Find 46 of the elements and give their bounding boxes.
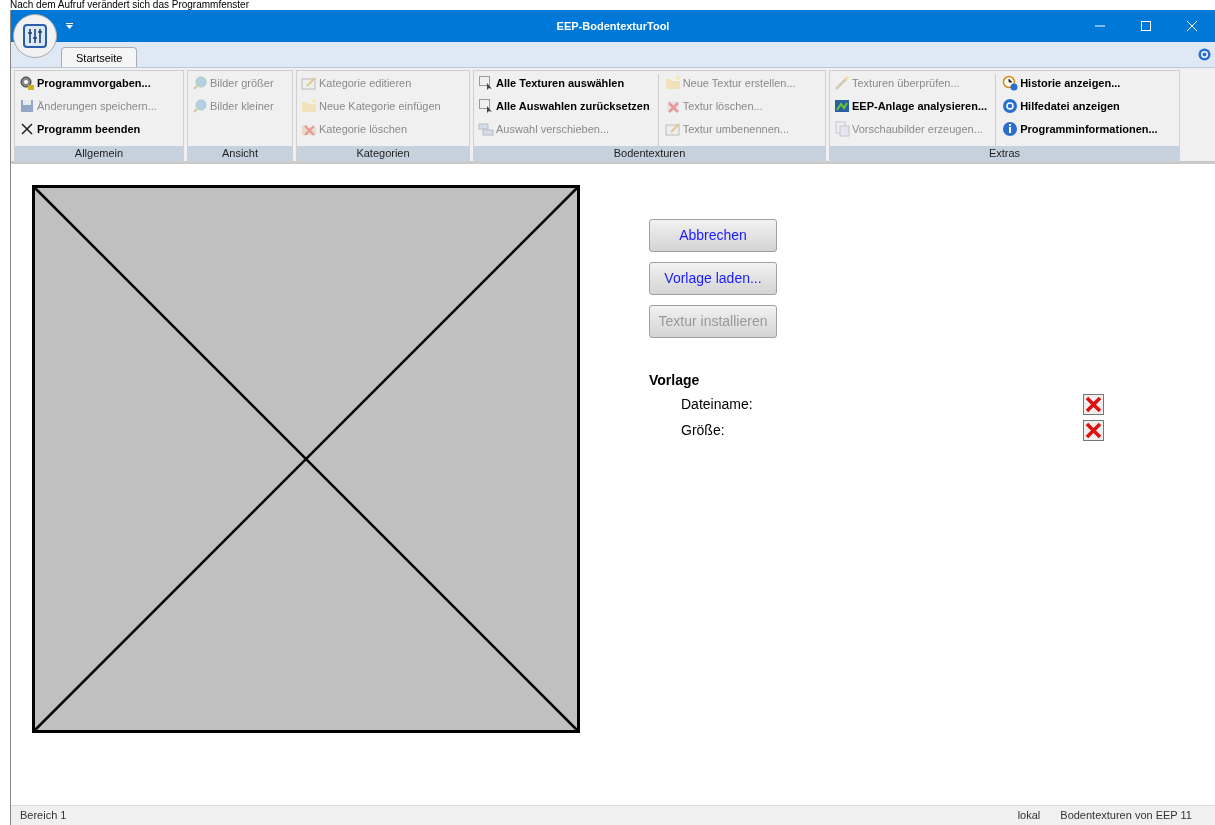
ribbon-button[interactable]: Programminformationen... <box>1002 120 1158 138</box>
quick-access-icon[interactable] <box>66 23 73 29</box>
ribbon-icon <box>478 75 494 91</box>
group-label: Allgemein <box>15 146 183 161</box>
ribbon-icon <box>1002 121 1019 137</box>
ribbon-icon <box>301 98 317 114</box>
ribbon-icon <box>834 98 850 114</box>
field-label: Dateiname: <box>681 394 753 414</box>
status-text: Bereich 1 <box>20 808 67 824</box>
ribbon-icon <box>19 121 35 137</box>
ribbon-icon <box>478 121 494 137</box>
ribbon-button[interactable]: Alle Auswahlen zurücksetzen <box>478 97 650 115</box>
section-heading: Vorlage <box>649 371 701 390</box>
status-text: lokal <box>1017 808 1041 824</box>
help-icon[interactable] <box>1198 48 1211 61</box>
caption-text: Nach dem Aufruf verändert sich das Programmfenster <box>10 0 250 10</box>
window-title: EEP-BodentexturTool <box>556 18 670 34</box>
ribbon-button[interactable]: Programm beenden <box>19 120 157 138</box>
group-label: Kategorien <box>297 146 469 161</box>
group-label: Ansicht <box>188 146 292 161</box>
ribbon-icon <box>19 75 35 91</box>
action-button[interactable]: Vorlage laden... <box>649 262 777 295</box>
ribbon-tab[interactable]: Startseite <box>61 47 138 67</box>
ribbon-icon <box>192 98 208 114</box>
ribbon-button[interactable]: Hilfedatei anzeigen <box>1002 97 1158 115</box>
ribbon-icon <box>19 98 35 114</box>
ribbon-icon <box>192 75 208 91</box>
ribbon-button[interactable]: Historie anzeigen... <box>1002 74 1158 92</box>
ribbon-icon <box>664 98 681 114</box>
ribbon-button[interactable]: Programmvorgaben... <box>19 74 157 92</box>
ribbon-icon <box>664 75 681 91</box>
ribbon-icon <box>664 121 681 137</box>
ribbon-button[interactable]: EEP-Anlage analysieren... <box>834 97 988 115</box>
group-label: Bodentexturen <box>474 146 825 161</box>
ribbon-icon <box>1002 98 1019 114</box>
group-label: Extras <box>830 146 1179 161</box>
status-text: Bodentexturen von EEP 11 <box>1060 808 1192 824</box>
action-button[interactable]: Abbrechen <box>649 219 777 252</box>
ribbon-icon <box>1002 75 1019 91</box>
ribbon-icon <box>834 121 850 137</box>
ribbon-icon <box>478 98 494 114</box>
field-label: Größe: <box>681 420 725 440</box>
ribbon-icon <box>301 75 317 91</box>
sliders-icon <box>23 24 47 48</box>
ribbon-button[interactable]: Alle Texturen auswählen <box>478 74 650 92</box>
ribbon-icon <box>834 75 850 91</box>
